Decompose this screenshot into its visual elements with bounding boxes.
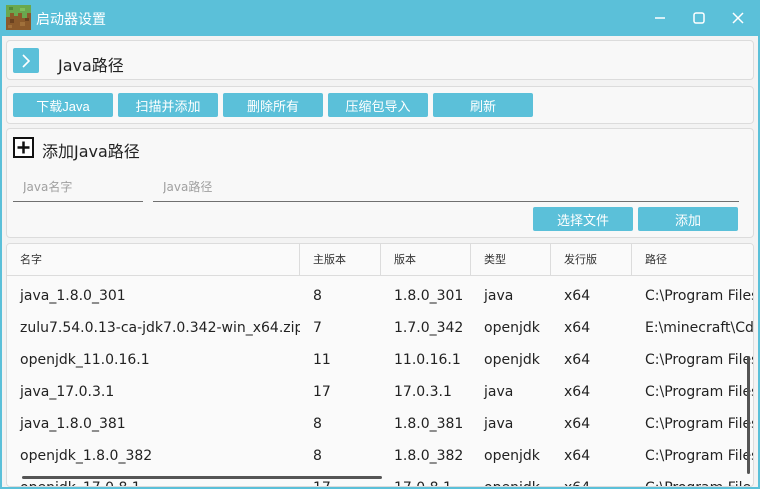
cell-version: 1.8.0_381 [394,416,464,432]
add-button[interactable]: 添加 [638,207,738,231]
import-archive-button[interactable]: 压缩包导入 [328,93,428,117]
maximize-icon [693,12,705,24]
table-row[interactable]: java_17.0.3.1 17 17.0.3.1 java x64 C:\Pr… [7,376,754,408]
cell-path: C:\Program Files [645,288,754,304]
java-name-field [13,172,143,202]
cell-name: java_17.0.3.1 [20,384,115,400]
settings-content: Java路径 下载Java 扫描并添加 删除所有 压缩包导入 刷新 添加Java… [2,36,758,487]
cell-version: 1.8.0_382 [394,448,464,464]
java-name-input[interactable] [13,172,143,201]
toolbar: 下载Java 扫描并添加 删除所有 压缩包导入 刷新 [6,86,754,124]
column-header-name[interactable]: 名字 [7,244,300,276]
cell-path: C:\Program Files [645,352,754,368]
scan-and-add-button[interactable]: 扫描并添加 [118,93,218,117]
cell-arch: x64 [564,448,591,464]
cell-type: openjdk [471,472,551,486]
chevron-right-icon [22,53,31,68]
cell-arch: x64 [564,384,591,400]
cell-major: 17 [313,384,331,400]
column-header-arch[interactable]: 发行版 [551,244,632,276]
cell-arch: x64 [551,472,632,486]
add-java-path-section: 添加Java路径 选择文件 添加 [6,128,754,238]
cell-arch: x64 [564,352,591,368]
cell-major: 11 [313,352,331,368]
table-row[interactable]: openjdk_11.0.16.1 11 11.0.16.1 openjdk x… [7,344,754,376]
cell-arch: x64 [564,416,591,432]
launcher-settings-window: 启动器设置 Java路径 下载Java 扫描并添加 删除所有 压缩包导入 刷新 [0,0,760,489]
java-table: 名字 主版本 版本 类型 发行版 路径 java_1.8.0_301 8 1.8… [6,243,754,487]
maximize-button[interactable] [677,0,721,36]
grass-block-icon [6,5,31,30]
table-header: 名字 主版本 版本 类型 发行版 路径 [7,244,753,276]
column-header-path[interactable]: 路径 [632,244,753,276]
close-button[interactable] [716,0,760,36]
horizontal-scrollbar[interactable] [22,476,382,479]
cell-path: C:\Program Files [632,472,753,486]
java-path-field [153,172,739,202]
cell-type: openjdk [484,448,540,464]
close-icon [732,12,744,24]
expand-button[interactable] [13,48,39,73]
cell-name: openjdk_11.0.16.1 [20,352,150,368]
column-header-version[interactable]: 版本 [381,244,471,276]
add-section-title: 添加Java路径 [42,142,140,161]
cell-type: java [484,288,514,304]
cell-version: 11.0.16.1 [394,352,461,368]
download-java-button[interactable]: 下载Java [13,93,113,117]
add-box-icon[interactable] [13,137,34,158]
cell-type: java [484,384,514,400]
cell-type: openjdk [484,352,540,368]
cell-name: openjdk_1.8.0_382 [20,448,153,464]
page-title: Java路径 [58,56,124,75]
column-header-major[interactable]: 主版本 [300,244,381,276]
minimize-icon [655,17,665,19]
cell-path: C:\Program Files [645,448,754,464]
page-header: Java路径 [6,40,754,80]
cell-name: zulu7.54.0.13-ca-jdk7.0.342-win_x64.zip [20,320,300,336]
java-path-input[interactable] [153,172,739,201]
vertical-scrollbar[interactable] [747,356,750,474]
cell-major: 8 [313,448,322,464]
cell-version: 1.7.0_342 [394,320,464,336]
table-row[interactable]: openjdk_17.0.8.1 17 17.0.8.1 openjdk x64… [7,472,753,486]
column-header-type[interactable]: 类型 [471,244,551,276]
table-row[interactable]: openjdk_1.8.0_382 8 1.8.0_382 openjdk x6… [7,440,754,472]
window-title: 启动器设置 [36,12,106,28]
cell-version: 17.0.8.1 [381,472,471,486]
cell-name: openjdk_17.0.8.1 [7,472,300,486]
cell-major: 7 [313,320,322,336]
table-row[interactable]: zulu7.54.0.13-ca-jdk7.0.342-win_x64.zip … [7,312,754,344]
cell-major: 17 [300,472,381,486]
cell-path: E:\minecraft\Cdl [645,320,754,336]
cell-name: java_1.8.0_301 [20,288,126,304]
table-row[interactable]: java_1.8.0_381 8 1.8.0_381 java x64 C:\P… [7,408,754,440]
cell-path: C:\Program Files [645,416,754,432]
cell-type: openjdk [484,320,540,336]
cell-path: C:\Program Files [645,384,754,400]
cell-arch: x64 [564,288,591,304]
cell-version: 1.8.0_301 [394,288,464,304]
minimize-button[interactable] [638,0,682,36]
refresh-button[interactable]: 刷新 [433,93,533,117]
table-row[interactable]: java_1.8.0_301 8 1.8.0_301 java x64 C:\P… [7,280,754,312]
cell-arch: x64 [564,320,591,336]
delete-all-button[interactable]: 删除所有 [223,93,323,117]
cell-major: 8 [313,416,322,432]
cell-major: 8 [313,288,322,304]
title-bar[interactable]: 启动器设置 [0,0,760,36]
cell-version: 17.0.3.1 [394,384,452,400]
cell-type: java [484,416,514,432]
cell-name: java_1.8.0_381 [20,416,126,432]
select-file-button[interactable]: 选择文件 [533,207,633,231]
